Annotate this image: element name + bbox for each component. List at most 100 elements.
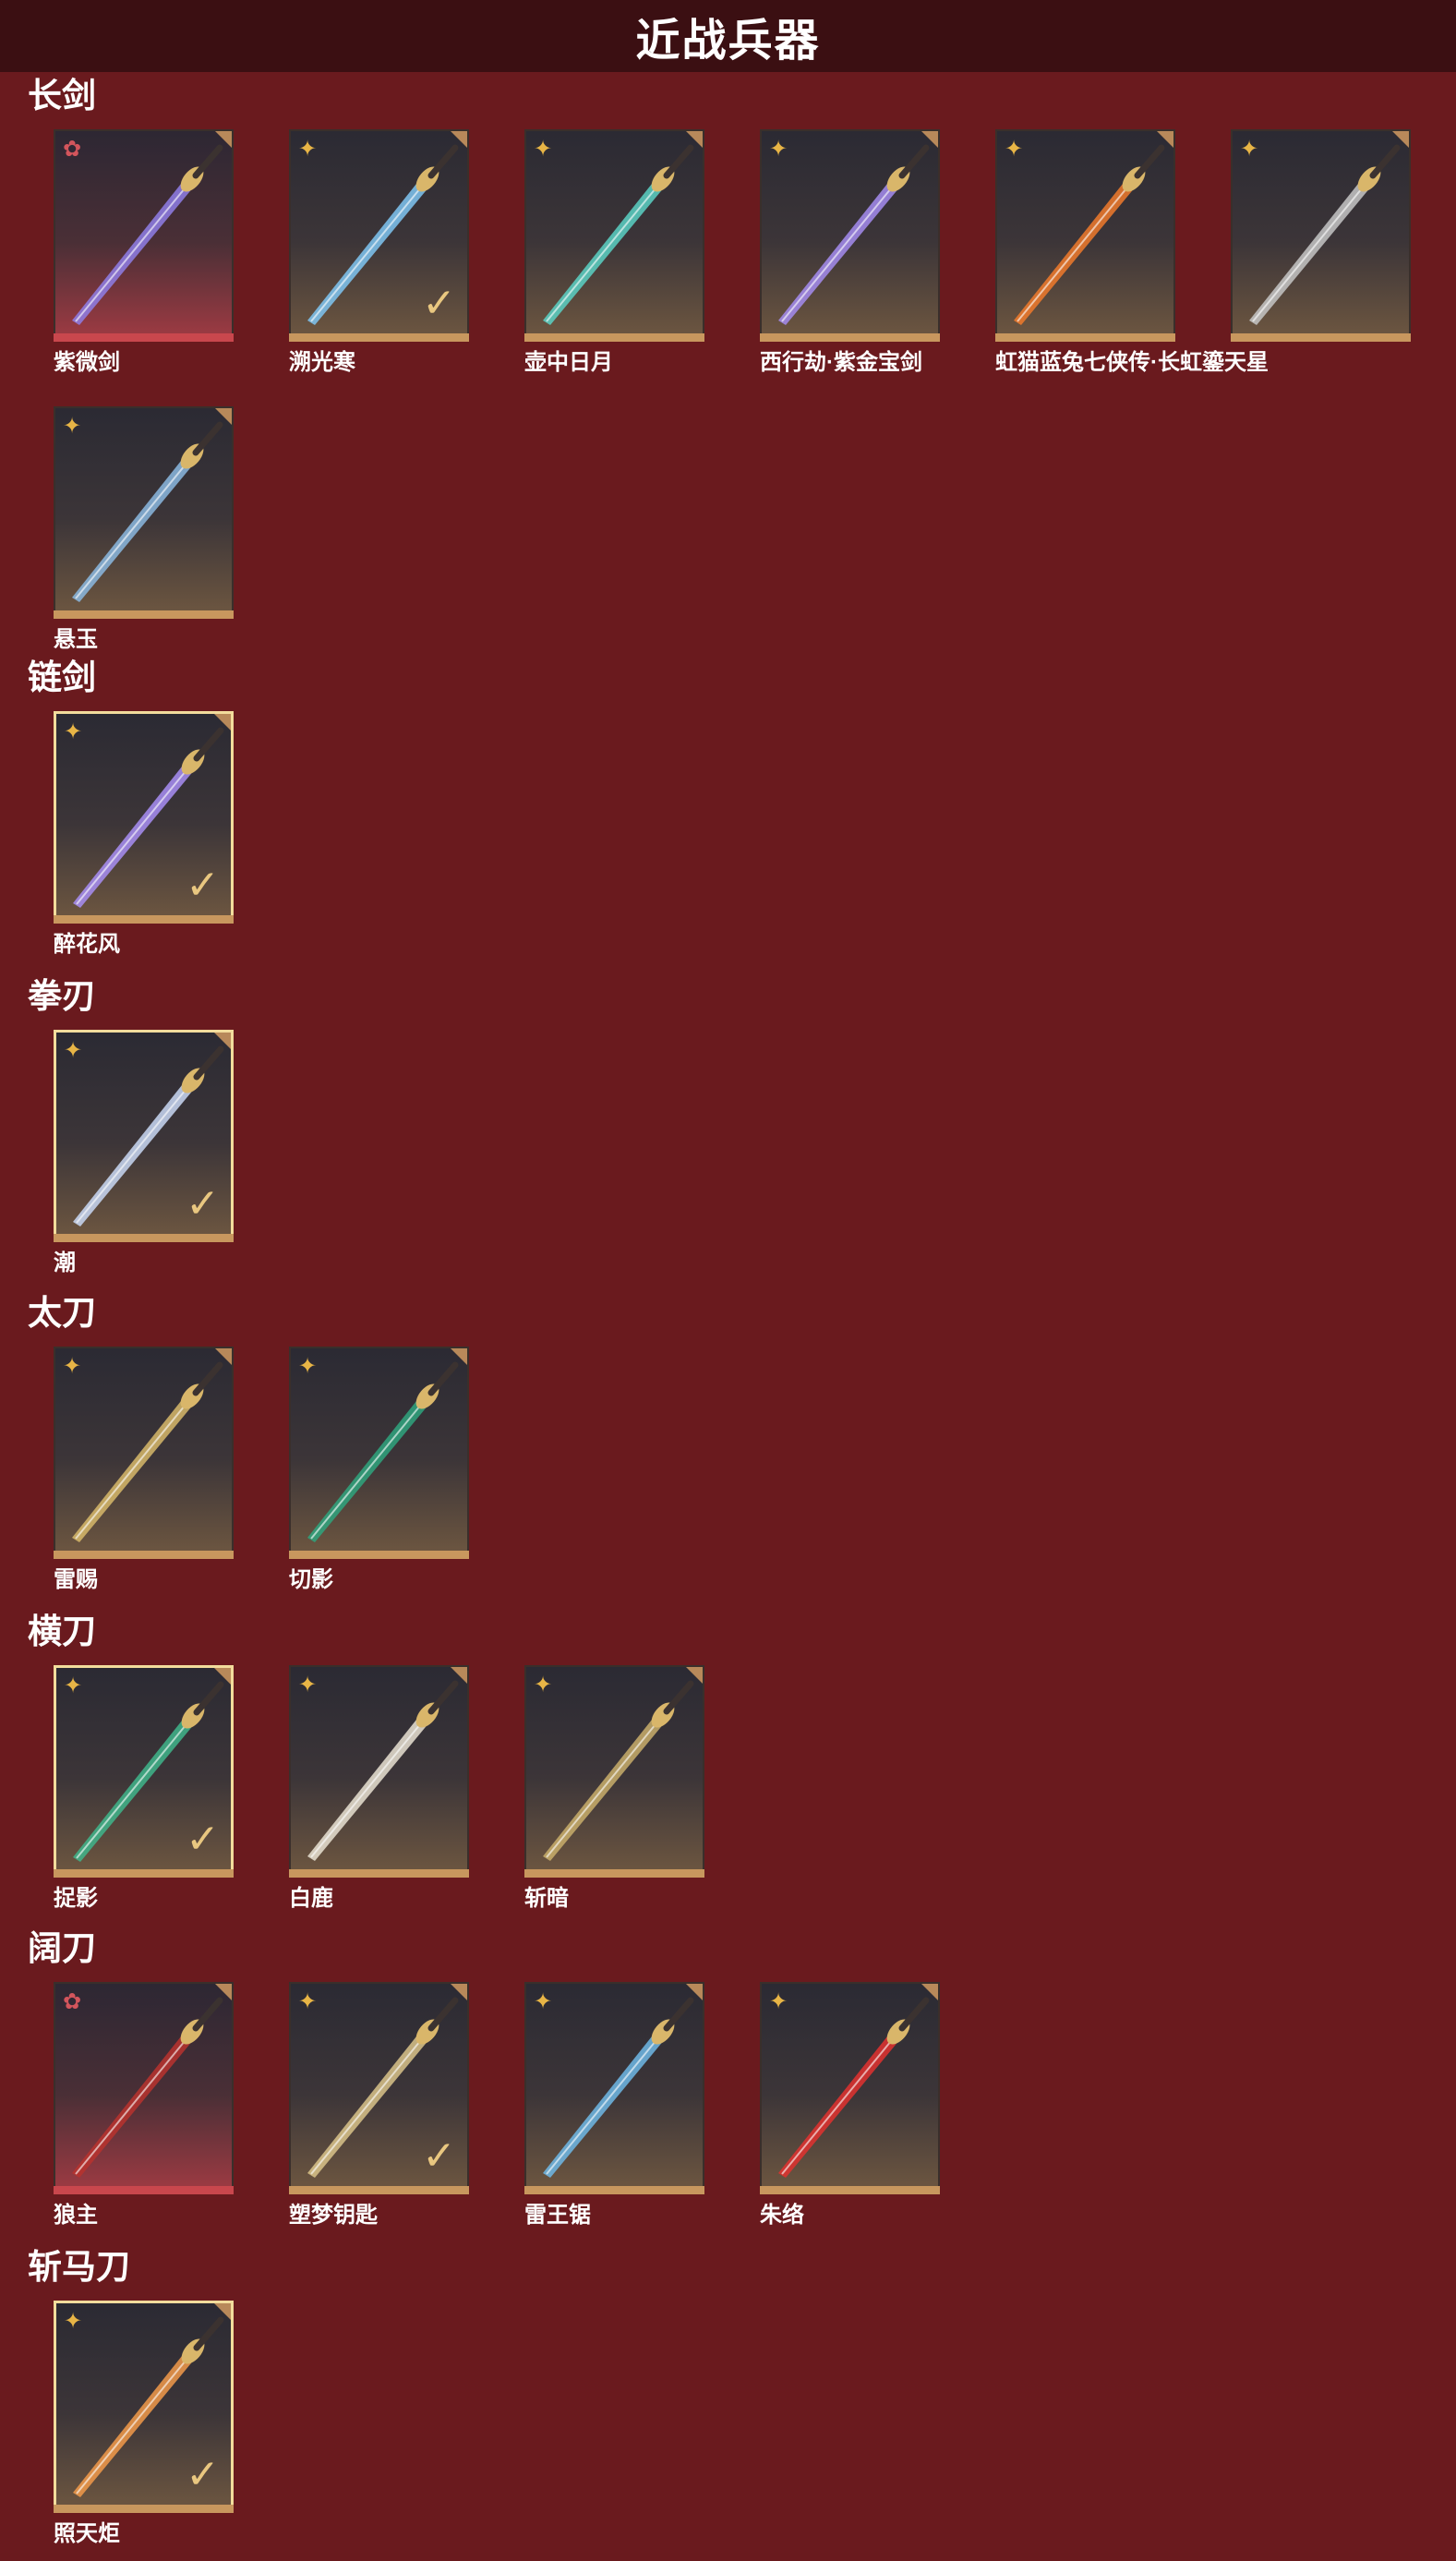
weapon-art [307,1680,459,1861]
four-point-star-icon: ✦ [63,1354,82,1379]
rarity-bar [524,2186,704,2194]
weapon-art [307,1361,459,1542]
weapon-card[interactable]: ✦ 悬玉 [54,406,234,654]
weapon-thumbnail[interactable]: ✦ [54,1347,234,1551]
corner-tag-icon [1392,131,1409,148]
weapon-row: ✿ 狼主 ✦ ✓ 塑梦钥匙 ✦ 雷王锯 ✦ 朱络 [54,1982,940,2229]
weapon-card[interactable]: ✦ ✓ 捉影 [54,1665,234,1913]
rarity-bar [54,1234,234,1242]
corner-tag-icon [686,1667,703,1684]
weapon-card[interactable]: ✦ 切影 [289,1347,469,1594]
corner-tag-icon [214,2303,231,2320]
weapon-card[interactable]: ✦ 雷王锯 [524,1982,704,2229]
weapon-card[interactable]: ✿ 紫微剑 [54,129,234,377]
weapon-card[interactable]: ✦ ✓ 醉花风 [54,711,234,959]
weapon-name: 壶中日月 [524,350,613,375]
weapon-thumbnail[interactable]: ✦ [289,1665,469,1869]
weapon-row: ✦ ✓ 醉花风 [54,711,234,959]
weapon-thumbnail[interactable]: ✦ [54,406,234,610]
rarity-bar [289,1551,469,1559]
weapon-card[interactable]: ✦ 西行劫·紫金宝剑 [760,129,940,377]
checkmark-icon: ✓ [186,1181,220,1226]
weapon-thumbnail[interactable]: ✿ [54,1982,234,2186]
category-title: 拳刃 [28,977,96,1015]
weapon-thumbnail[interactable]: ✦ [995,129,1175,333]
checkmark-icon: ✓ [186,863,220,908]
weapon-card[interactable]: ✿ 狼主 [54,1982,234,2229]
weapon-art [72,144,223,325]
weapon-name: 塑梦钥匙 [289,2203,378,2228]
weapon-row: ✦ ✓ 捉影 ✦ 白鹿 ✦ 斩暗 [54,1665,704,1913]
weapon-art [543,1997,694,2178]
weapon-name: 斩暗 [524,1886,569,1911]
corner-tag-icon [686,1984,703,2000]
weapon-name: 捉影 [54,1886,98,1911]
weapon-card[interactable]: ✦ 雷赐 [54,1347,234,1594]
rarity-bar [289,1869,469,1878]
weapon-thumbnail[interactable]: ✦ ✓ [289,129,469,333]
weapon-card[interactable]: ✦ ✓ 照天炬 [54,2301,234,2548]
rarity-bar [524,1869,704,1878]
weapon-thumbnail[interactable]: ✿ [54,129,234,333]
weapon-card[interactable]: ✦ ✓ 塑梦钥匙 [289,1982,469,2229]
four-point-star-icon: ✦ [64,1673,83,1698]
corner-tag-icon [215,408,232,425]
corner-tag-icon [686,131,703,148]
corner-tag-icon [215,1984,232,2000]
corner-tag-icon [214,1033,231,1049]
rarity-bar [524,333,704,342]
weapon-card[interactable]: ✦ 白鹿 [289,1665,469,1913]
checkmark-icon: ✓ [186,2452,220,2497]
four-point-star-icon: ✦ [769,1989,788,2014]
category-title: 太刀 [28,1294,96,1332]
weapon-thumbnail[interactable]: ✦ [524,1982,704,2186]
weapon-thumbnail[interactable]: ✦ [524,1665,704,1869]
flower-star-icon: ✿ [63,137,82,162]
weapon-thumbnail[interactable]: ✦ ✓ [54,711,234,915]
four-point-star-icon: ✦ [64,2309,83,2334]
weapon-row: ✦ ✓ 照天炬 [54,2301,234,2548]
corner-tag-icon [451,1348,467,1365]
weapon-name: 紫微剑 [54,350,120,375]
weapon-row: ✦ 雷赐 ✦ 切影 [54,1347,469,1594]
rarity-bar [54,915,234,924]
category-title: 长剑 [28,77,96,115]
weapon-thumbnail[interactable]: ✦ [760,129,940,333]
weapon-card[interactable]: ✦ 虹猫蓝兔七侠传·长虹鎏天星 [995,129,1269,377]
weapon-card[interactable]: ✦ 斩暗 [524,1665,704,1913]
rarity-bar [54,333,234,342]
weapon-card[interactable]: ✦ 朱络 [760,1982,940,2229]
weapon-card[interactable]: ✦ ✓ 溯光寒 [289,129,469,377]
four-point-star-icon: ✦ [1005,137,1024,162]
weapon-thumbnail[interactable]: ✦ ✓ [54,2301,234,2505]
weapon-thumbnail[interactable]: ✦ ✓ [289,1982,469,2186]
category-title: 链剑 [28,658,96,696]
weapon-thumbnail[interactable]: ✦ ✓ [54,1030,234,1234]
checkmark-icon: ✓ [422,281,456,326]
weapon-name: 西行劫·紫金宝剑 [760,350,922,375]
weapon-thumbnail[interactable]: ✦ [524,129,704,333]
weapon-name: 雷赐 [54,1567,98,1592]
weapon-thumbnail[interactable]: ✦ [1231,129,1411,333]
category-title: 斩马刀 [28,2248,130,2286]
weapon-thumbnail[interactable]: ✦ [289,1347,469,1551]
corner-tag-icon [451,1667,467,1684]
weapon-name: 切影 [289,1567,333,1592]
rarity-bar [289,2186,469,2194]
weapon-card[interactable]: ✦ 壶中日月 [524,129,704,377]
four-point-star-icon: ✦ [298,1673,318,1697]
flower-star-icon: ✿ [63,1989,82,2014]
weapon-row: ✦ ✓ 潮 [54,1030,234,1277]
weapon-art [72,421,223,602]
rarity-bar [1231,333,1411,342]
four-point-star-icon: ✦ [64,719,83,744]
rarity-bar [54,2505,234,2513]
weapon-thumbnail[interactable]: ✦ [760,1982,940,2186]
page-title: 近战兵器 [635,17,821,66]
weapon-name: 雷王锯 [524,2203,591,2228]
weapon-name: 悬玉 [54,627,98,652]
weapon-art [543,144,694,325]
weapon-thumbnail[interactable]: ✦ ✓ [54,1665,234,1869]
weapon-card[interactable]: ✦ ✓ 潮 [54,1030,234,1277]
weapon-card[interactable]: ✦ [1231,129,1411,377]
